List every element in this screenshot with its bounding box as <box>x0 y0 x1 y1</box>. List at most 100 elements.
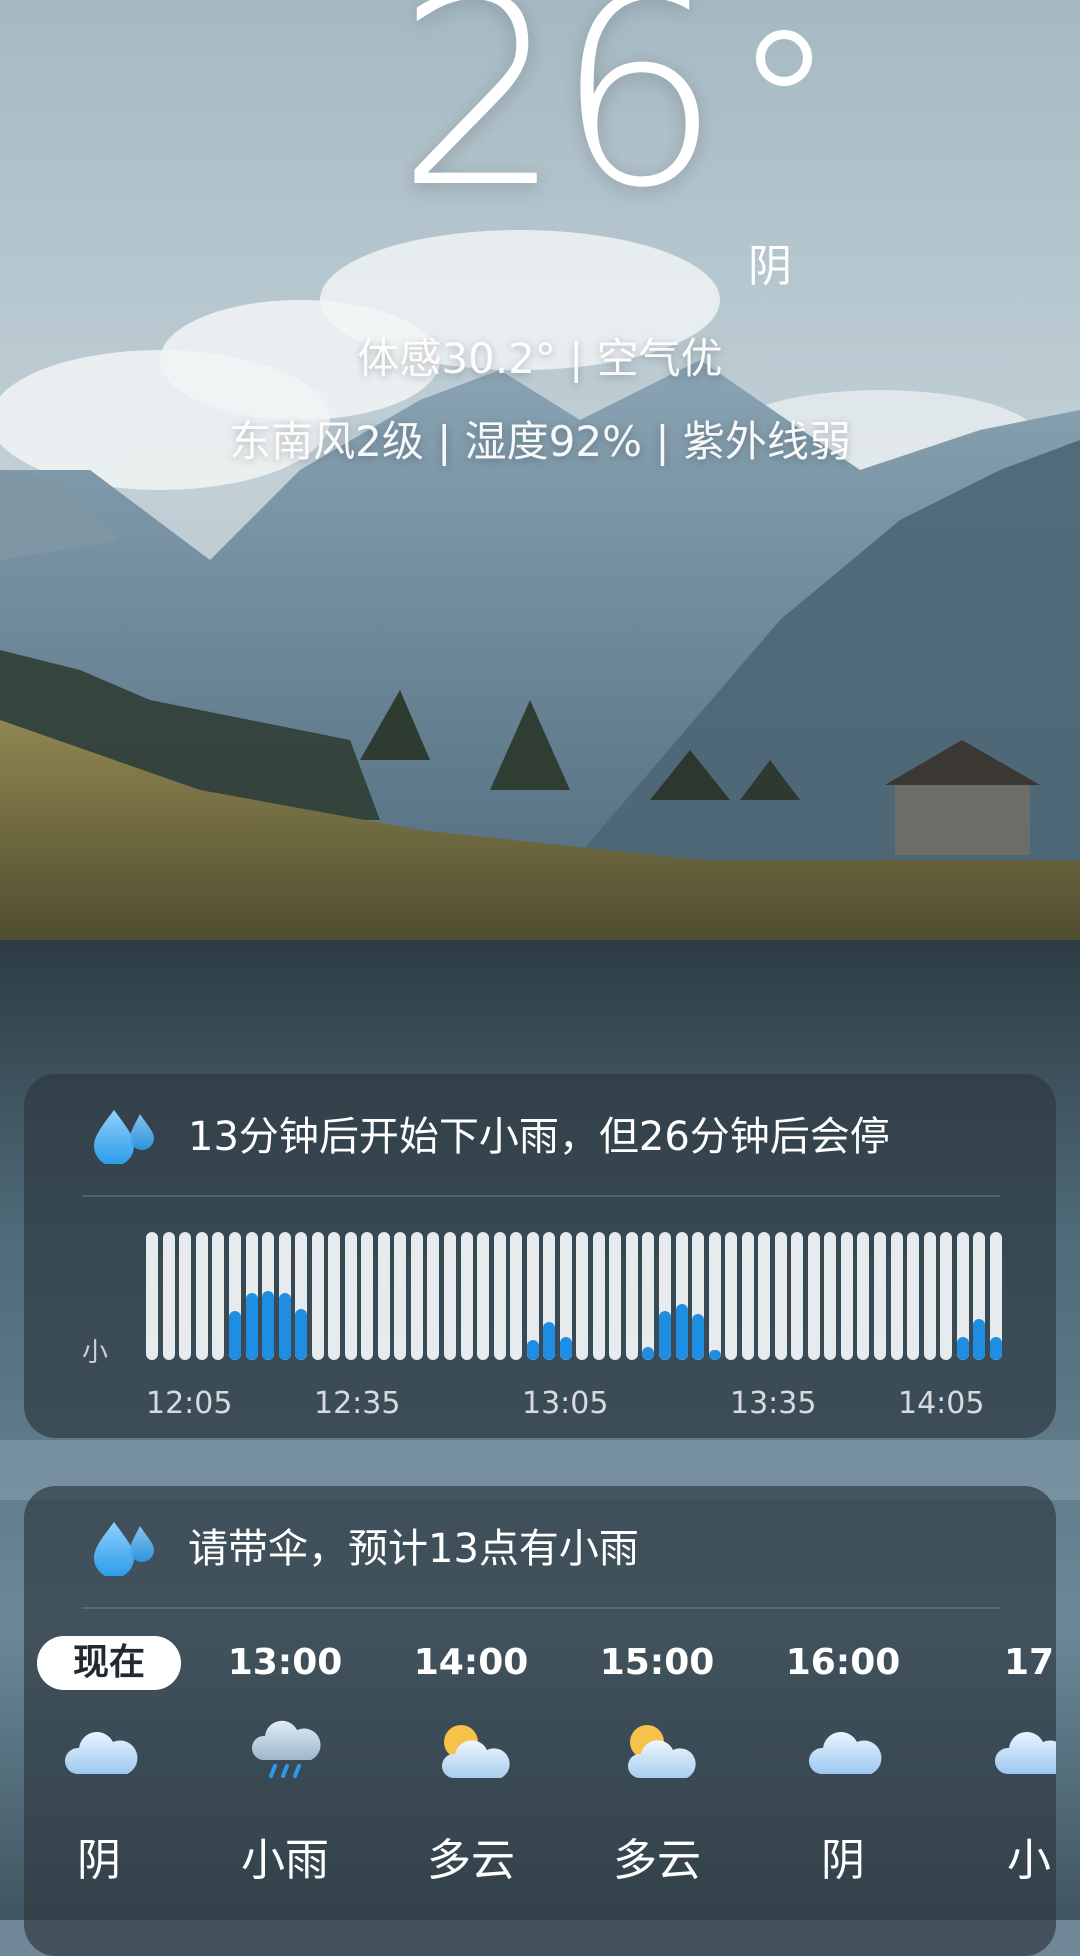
precipitation-bar-fill <box>658 1311 671 1360</box>
precipitation-bar <box>460 1232 473 1360</box>
precipitation-bar-fill <box>543 1322 556 1360</box>
hourly-forecast-card[interactable]: 请带伞，预计13点有小雨 现在 阴 13:00 小雨 14:00 多云 15:0… <box>24 1486 1056 1956</box>
hour-item-16[interactable]: 16:00 阴 <box>768 1636 918 1956</box>
time-tick: 14:05 <box>898 1386 985 1421</box>
hourly-summary: 请带伞，预计13点有小雨 <box>188 1526 639 1572</box>
minute-precipitation-card[interactable]: 13分钟后开始下小雨，但26分钟后会停 小 12:05 12:35 13:05 … <box>24 1074 1056 1438</box>
cloud-icon <box>995 1732 1056 1774</box>
precipitation-bar-fill <box>245 1293 258 1360</box>
precipitation-bar <box>328 1232 341 1360</box>
precipitation-bar <box>576 1232 589 1360</box>
current-condition: 阴 <box>748 241 792 292</box>
temperature-value: 26 <box>396 0 721 245</box>
precipitation-bar <box>857 1232 870 1360</box>
hour-time: 16:00 <box>785 1642 901 1683</box>
precipitation-bar-fill <box>526 1340 539 1360</box>
precipitation-bar-fill <box>278 1293 291 1360</box>
precipitation-bar-fill <box>262 1291 275 1360</box>
hour-condition: 阴 <box>821 1835 865 1886</box>
precipitation-bar-fill <box>956 1337 969 1360</box>
precipitation-bar-fill <box>228 1311 241 1360</box>
precipitation-bar <box>543 1232 556 1360</box>
intensity-scale-label: 小 <box>82 1338 109 1368</box>
precipitation-bar-fill <box>675 1304 688 1360</box>
degree-symbol <box>756 30 812 86</box>
precipitation-bar <box>179 1232 192 1360</box>
precipitation-bar-fill <box>692 1314 705 1360</box>
precipitation-bar <box>923 1232 936 1360</box>
precipitation-bar <box>394 1232 407 1360</box>
precipitation-bar <box>377 1232 390 1360</box>
precipitation-bar <box>758 1232 771 1360</box>
partly-cloudy-icon <box>627 1725 696 1778</box>
hour-condition: 多云 <box>613 1835 701 1886</box>
raindrops-icon <box>94 1110 154 1164</box>
precipitation-bar <box>477 1232 490 1360</box>
card-divider <box>82 1607 1000 1609</box>
hour-time: 13:00 <box>227 1642 343 1683</box>
precipitation-bar <box>840 1232 853 1360</box>
precipitation-bar <box>361 1232 374 1360</box>
hour-time: 17 <box>1003 1642 1055 1683</box>
wind-humidity-uv: 东南风2级 | 湿度92% | 紫外线弱 <box>229 417 851 466</box>
hour-condition: 多云 <box>427 1835 515 1886</box>
light-rain-icon <box>251 1720 321 1778</box>
precipitation-bar <box>824 1232 837 1360</box>
precipitation-bar <box>427 1232 440 1360</box>
cloud-icon <box>808 1732 882 1774</box>
raindrops-icon <box>94 1522 154 1576</box>
precipitation-bar-chart <box>144 1232 1004 1360</box>
hour-item-14[interactable]: 14:00 多云 <box>396 1636 546 1956</box>
precipitation-bar <box>559 1232 572 1360</box>
precipitation-bar <box>708 1232 721 1360</box>
precipitation-bar <box>146 1232 159 1360</box>
hour-condition: 阴 <box>77 1835 121 1886</box>
precipitation-bar <box>907 1232 920 1360</box>
time-tick: 13:35 <box>730 1386 817 1421</box>
precipitation-bar <box>278 1232 291 1360</box>
precipitation-bar <box>245 1232 258 1360</box>
precipitation-bar <box>609 1232 622 1360</box>
hour-item-17[interactable]: 17 小 <box>954 1636 1056 1956</box>
precipitation-bar-fill <box>295 1309 308 1360</box>
precipitation-bar <box>262 1232 275 1360</box>
partly-cloudy-icon <box>441 1725 510 1778</box>
time-tick: 12:35 <box>314 1386 401 1421</box>
hour-condition: 小雨 <box>241 1835 329 1886</box>
hour-condition: 小 <box>1007 1835 1051 1886</box>
precipitation-bar <box>410 1232 423 1360</box>
precipitation-bar <box>692 1232 705 1360</box>
hour-item-13[interactable]: 13:00 小雨 <box>210 1636 360 1956</box>
precipitation-bar <box>311 1232 324 1360</box>
hour-time: 14:00 <box>413 1642 529 1683</box>
card-divider <box>82 1195 1000 1197</box>
hour-time-selected: 现在 <box>37 1636 181 1690</box>
hour-item-now[interactable]: 现在 阴 <box>24 1636 181 1956</box>
hour-time: 15:00 <box>599 1642 715 1683</box>
precipitation-bar-fill <box>708 1350 721 1360</box>
feels-like-air-quality: 体感30.2° | 空气优 <box>357 334 723 383</box>
precipitation-bar <box>162 1232 175 1360</box>
precipitation-bar <box>658 1232 671 1360</box>
current-weather: 26 阴 体感30.2° | 空气优 东南风2级 | 湿度92% | 紫外线弱 <box>0 0 1080 470</box>
precipitation-bar <box>642 1232 655 1360</box>
precipitation-bar <box>774 1232 787 1360</box>
precipitation-bar <box>873 1232 886 1360</box>
precipitation-bar <box>195 1232 208 1360</box>
precipitation-bar <box>956 1232 969 1360</box>
precipitation-bar <box>725 1232 738 1360</box>
precipitation-bar <box>344 1232 357 1360</box>
precipitation-bar <box>807 1232 820 1360</box>
precipitation-bar <box>973 1232 986 1360</box>
precipitation-bar <box>295 1232 308 1360</box>
hourly-scroll-list[interactable]: 现在 阴 13:00 小雨 14:00 多云 15:00 多云 16:00 阴 … <box>24 1636 1056 1956</box>
precipitation-bar <box>228 1232 241 1360</box>
time-tick: 12:05 <box>146 1386 233 1421</box>
precipitation-bar-fill <box>642 1347 655 1360</box>
precipitation-bar <box>675 1232 688 1360</box>
precipitation-bar <box>592 1232 605 1360</box>
hourly-header: 请带伞，预计13点有小雨 <box>24 1486 1056 1608</box>
time-tick: 13:05 <box>522 1386 609 1421</box>
precipitation-bar <box>493 1232 506 1360</box>
hour-item-15[interactable]: 15:00 多云 <box>582 1636 732 1956</box>
